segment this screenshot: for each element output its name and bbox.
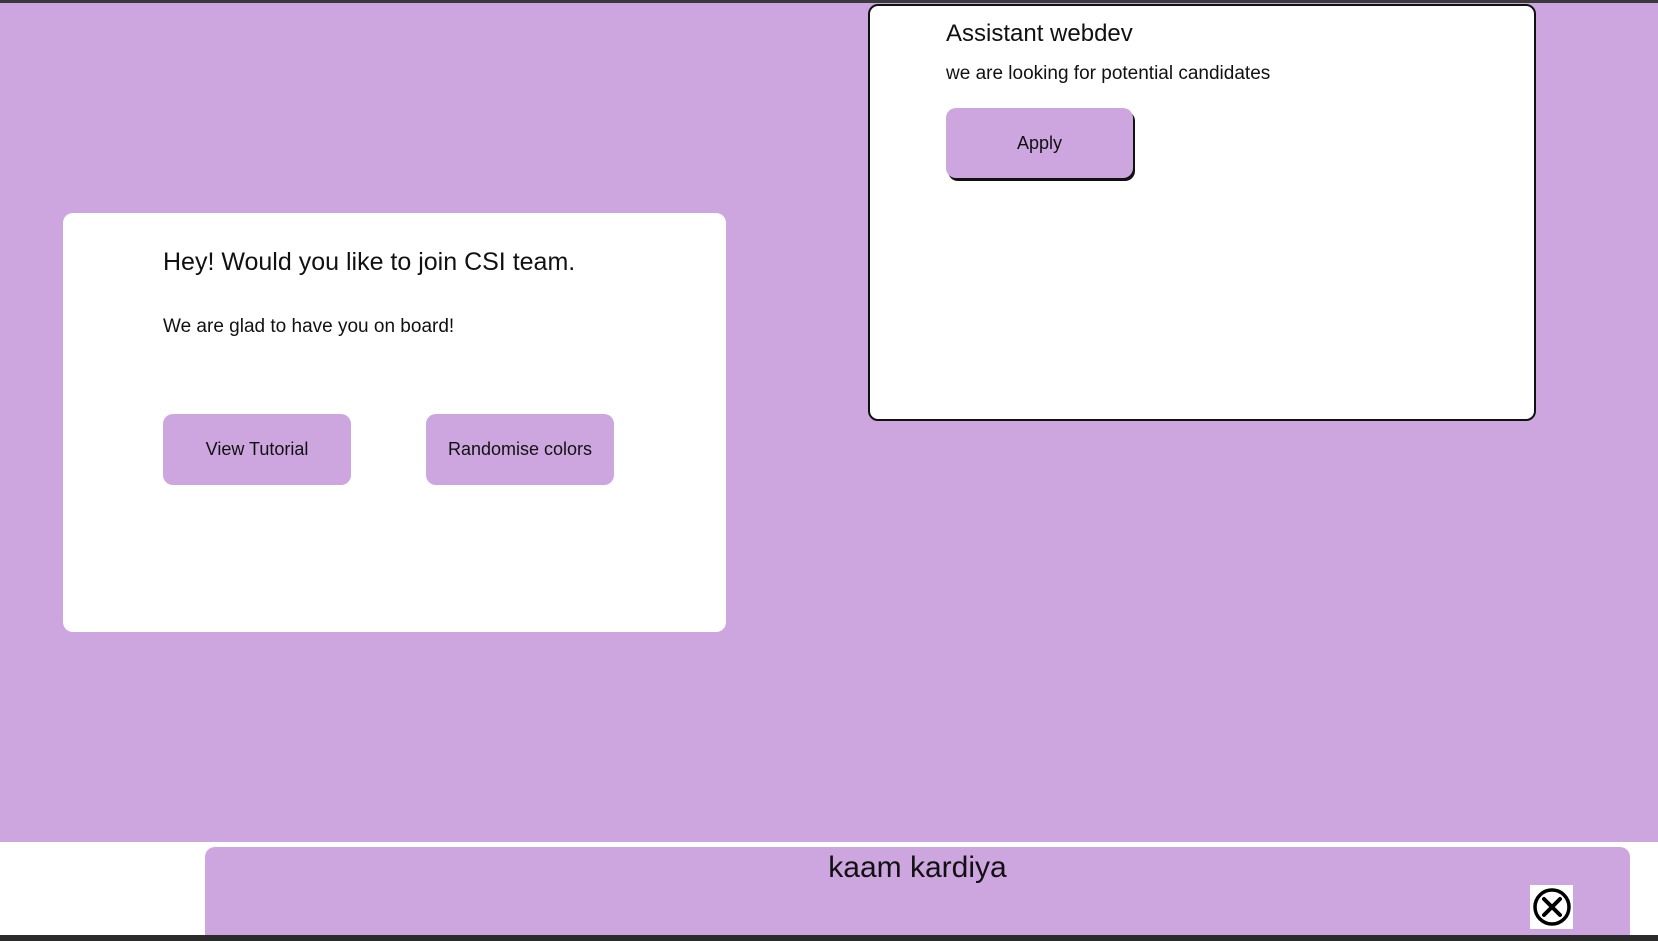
job-description: we are looking for potential candidates bbox=[946, 63, 1271, 84]
join-card-subtitle: We are glad to have you on board! bbox=[163, 316, 455, 337]
close-circle-icon-graphic bbox=[1532, 888, 1571, 926]
join-team-card: Hey! Would you like to join CSI team. We… bbox=[63, 213, 726, 632]
close-circle-icon[interactable] bbox=[1530, 885, 1573, 929]
apply-button[interactable]: Apply bbox=[946, 108, 1133, 178]
job-posting-card: Assistant webdev we are looking for pote… bbox=[868, 4, 1536, 421]
notification-toast: kaam kardiya bbox=[205, 847, 1630, 935]
job-title: Assistant webdev bbox=[946, 20, 1133, 47]
join-card-title: Hey! Would you like to join CSI team. bbox=[163, 248, 576, 276]
randomise-colors-button[interactable]: Randomise colors bbox=[426, 414, 614, 485]
notification-area: kaam kardiya bbox=[0, 842, 1658, 935]
view-tutorial-button[interactable]: View Tutorial bbox=[163, 414, 351, 485]
notification-message: kaam kardiya bbox=[828, 851, 1007, 884]
window-bottom-edge bbox=[0, 935, 1658, 941]
